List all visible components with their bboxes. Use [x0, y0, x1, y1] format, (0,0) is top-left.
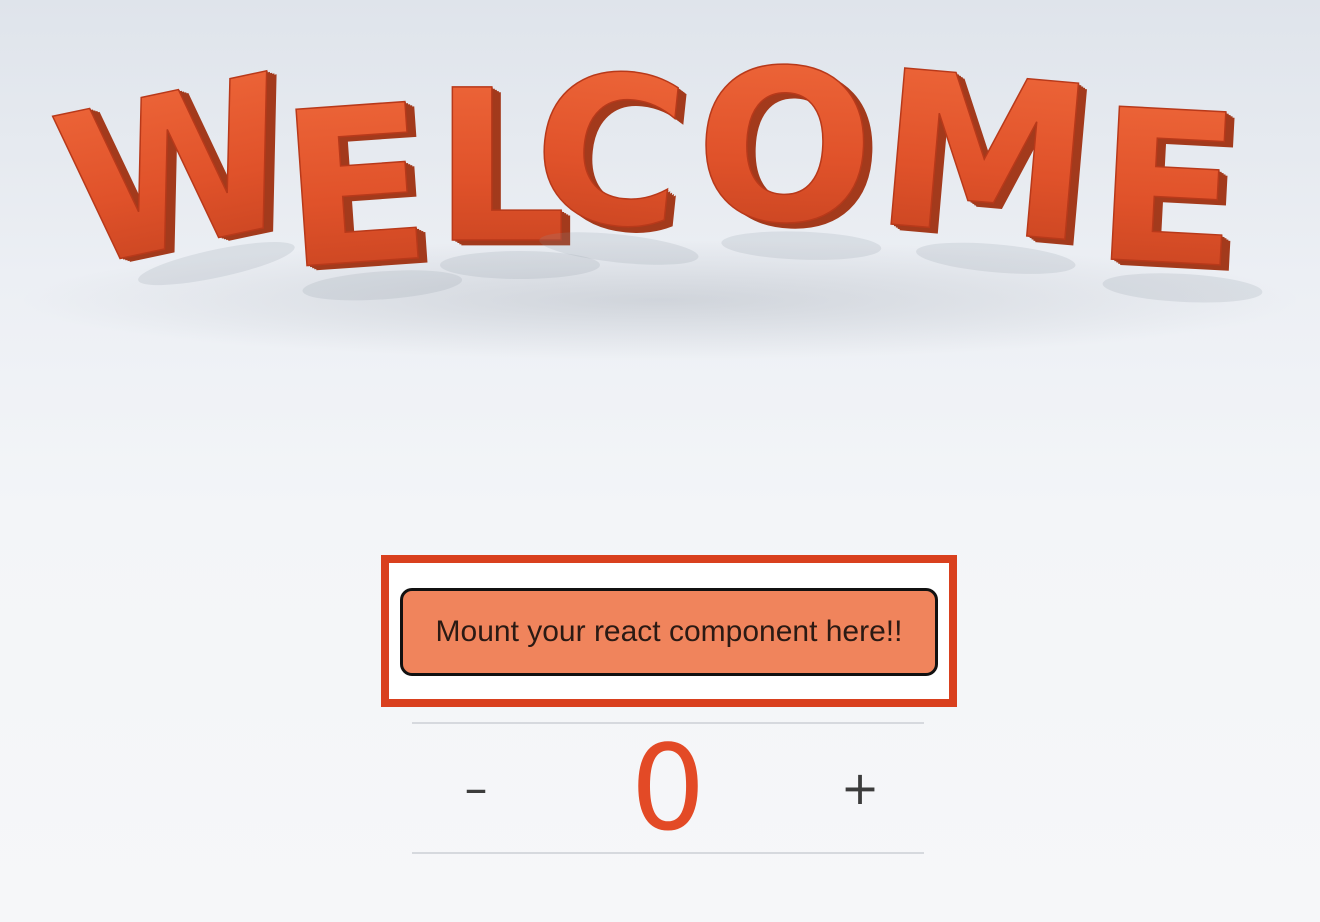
counter-widget: – 0 + — [412, 722, 924, 854]
svg-text:C: C — [522, 26, 697, 278]
increment-button[interactable]: + — [800, 724, 920, 852]
logo-letter-5: OOOOOO — [691, 21, 888, 279]
counter-value: 0 — [630, 719, 706, 857]
plus-icon: + — [840, 761, 880, 815]
svg-text:M: M — [867, 23, 1102, 292]
mount-placeholder-label: Mount your react component here!! — [435, 615, 903, 648]
welcome-logo-art: WWWWWWEEEEEE LLLLLLCCCCCC OOOOOOMMMMMMEEEE… — [20, 21, 1300, 360]
svg-text:E: E — [273, 57, 437, 318]
welcome-hero-image: WWWWWWEEEEEELLLLLLCCCCCCOOOOOOMMMMMMEEEE… — [0, 0, 1320, 380]
mount-highlight-frame: Mount your react component here!! — [381, 555, 957, 707]
logo-letter-6: MMMMMM — [866, 22, 1110, 298]
svg-text:E: E — [1090, 63, 1246, 315]
logo-letter-7: EEEEEE — [1089, 63, 1263, 321]
mount-component-placeholder: Mount your react component here!! — [400, 588, 938, 676]
decrement-button[interactable]: – — [416, 724, 536, 852]
svg-text:O: O — [691, 22, 878, 273]
minus-icon: – — [464, 761, 488, 815]
